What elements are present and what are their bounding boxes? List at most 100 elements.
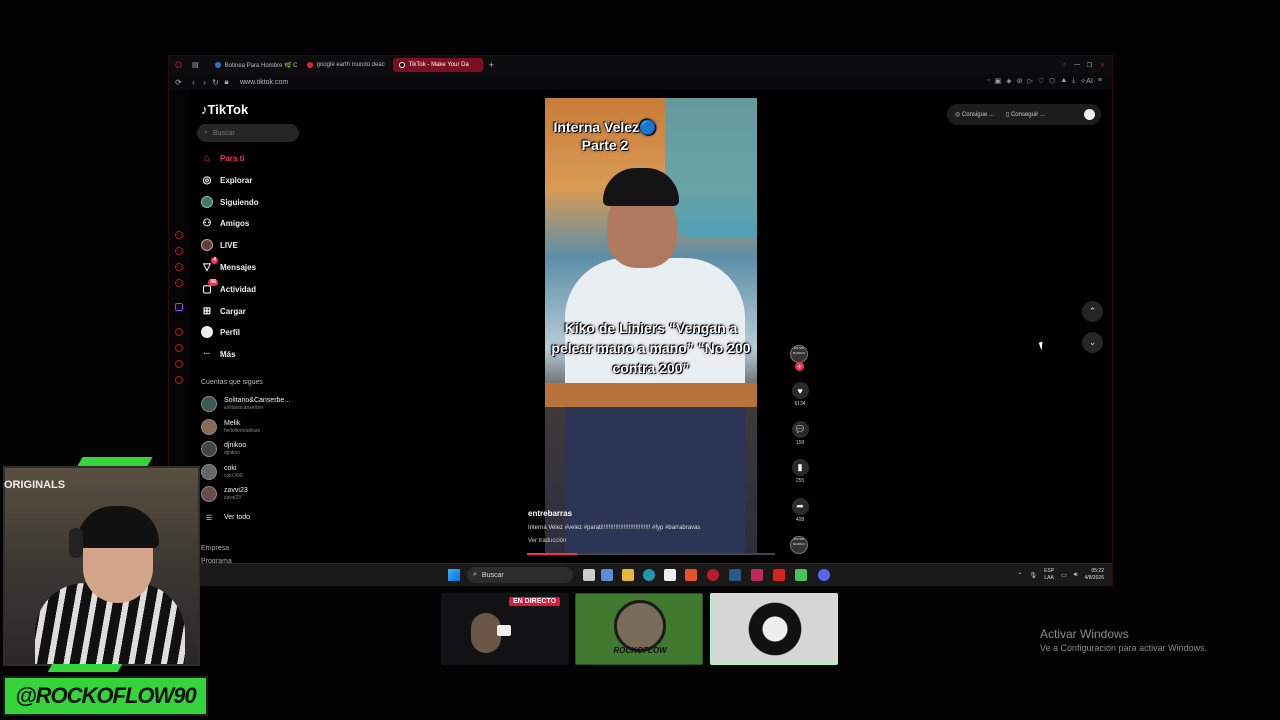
whatsapp-icon[interactable] bbox=[175, 263, 183, 271]
steam-icon[interactable] bbox=[729, 569, 741, 581]
app-icon[interactable] bbox=[773, 569, 785, 581]
share-button[interactable]: ➦ 408 bbox=[789, 498, 811, 523]
account-item[interactable]: Melik hellokennadioan bbox=[201, 417, 260, 437]
messenger-icon[interactable] bbox=[175, 247, 183, 255]
footer-company-link[interactable]: Empresa bbox=[201, 545, 229, 552]
account-handle: hellokennadioan bbox=[224, 428, 261, 434]
back-button[interactable]: ‹ bbox=[188, 78, 199, 87]
tray-expand-icon[interactable]: ⌃ bbox=[1017, 572, 1022, 579]
close-button[interactable]: ✕ bbox=[1100, 62, 1105, 69]
see-all-link[interactable]: ☰ Ver todo bbox=[201, 508, 250, 528]
wallet-icon[interactable]: ▲ bbox=[1060, 77, 1067, 85]
obs-green-icon[interactable] bbox=[795, 569, 807, 581]
coin-icon: ◎ bbox=[955, 112, 961, 118]
creator-avatar[interactable]: ENTRE BARRAS bbox=[790, 345, 808, 363]
pinboard-icon[interactable] bbox=[175, 344, 183, 352]
reload-button[interactable]: ↻ bbox=[210, 78, 221, 87]
save-button[interactable]: ▮ 255 bbox=[789, 459, 811, 484]
maximize-button[interactable]: ❐ bbox=[1087, 62, 1092, 69]
see-all-label: Ver todo bbox=[224, 514, 251, 521]
vpn-icon[interactable]: ◈ bbox=[1006, 77, 1011, 85]
snapshot-icon[interactable]: ▣ bbox=[995, 77, 1002, 85]
comment-button[interactable]: 💬︎ 159 bbox=[789, 421, 811, 446]
chat-icon[interactable] bbox=[175, 360, 183, 368]
tab-tiktok[interactable]: TikTok - Make Your Da bbox=[392, 58, 483, 72]
nav-para-ti[interactable]: ⌂ Para ti bbox=[201, 150, 245, 166]
tiktok-logo[interactable]: ♪TikTok bbox=[201, 102, 248, 117]
nav-amigos[interactable]: ⚇ Amigos bbox=[201, 215, 250, 231]
new-tab-button[interactable]: + bbox=[489, 60, 494, 70]
minimize-button[interactable]: — bbox=[1074, 62, 1080, 68]
reload-speed-icon[interactable]: ⟳ bbox=[173, 78, 184, 87]
instagram-icon[interactable] bbox=[175, 279, 183, 287]
nav-cargar[interactable]: ⊞ Cargar bbox=[201, 303, 246, 319]
account-item[interactable]: djnikoo djnikoo bbox=[201, 439, 246, 459]
messages-icon: ▽ 4 bbox=[203, 257, 218, 273]
history-icon[interactable] bbox=[175, 328, 183, 336]
language-indicator[interactable]: ESP LAA bbox=[1044, 568, 1054, 582]
aria-ai-button[interactable]: ✧AI bbox=[1080, 77, 1093, 85]
twitch-icon[interactable] bbox=[175, 303, 183, 311]
nav-mensajes[interactable]: ▽ 4 Mensajes bbox=[201, 257, 256, 275]
follow-plus-icon[interactable]: + bbox=[795, 362, 804, 371]
nav-actividad[interactable]: ▢ 56 Actividad bbox=[201, 279, 256, 297]
task-view-icon[interactable] bbox=[583, 569, 595, 581]
tab-botinea[interactable]: Botinea Para Hombre 🌿 C bbox=[209, 58, 299, 72]
speed-dial-icon[interactable] bbox=[175, 231, 183, 239]
previous-video-button[interactable]: ⌃ bbox=[1082, 301, 1103, 322]
edge-icon[interactable] bbox=[643, 569, 655, 581]
forward-button[interactable]: › bbox=[199, 78, 210, 87]
video-author[interactable]: entrebarras bbox=[528, 509, 572, 518]
heart-icon[interactable]: ♡ bbox=[1038, 77, 1044, 85]
brave-icon[interactable] bbox=[685, 569, 697, 581]
account-item[interactable]: Solitario&Canserbe... solitariocanserber bbox=[201, 394, 290, 414]
opera-taskbar-icon[interactable] bbox=[707, 569, 719, 581]
microphone-icon[interactable]: 🎙︎ bbox=[1029, 572, 1037, 579]
windows-start-icon[interactable] bbox=[448, 569, 460, 581]
opera-menu-icon[interactable]: O bbox=[175, 60, 182, 70]
file-explorer-icon[interactable] bbox=[622, 569, 634, 581]
theme-toggle[interactable] bbox=[1084, 109, 1095, 120]
bookmark-icon[interactable]: ▫ bbox=[987, 77, 989, 85]
music-disc[interactable]: ENTRE BARRAS bbox=[790, 536, 808, 554]
next-video-button[interactable]: ⌄ bbox=[1082, 332, 1103, 353]
nav-perfil[interactable]: Perfil bbox=[201, 324, 240, 340]
tab-overview-icon[interactable]: ▤ bbox=[192, 61, 199, 69]
app-icon[interactable] bbox=[751, 569, 763, 581]
store-icon[interactable] bbox=[664, 569, 676, 581]
nav-label: Para ti bbox=[220, 153, 245, 163]
nav-siguiendo[interactable]: Siguiendo bbox=[201, 194, 259, 210]
live-icon bbox=[201, 239, 213, 251]
logo-thumbnail[interactable] bbox=[710, 593, 838, 665]
nav-explorar[interactable]: ◎ Explorar bbox=[201, 172, 253, 188]
get-app-button[interactable]: ▯ Conseguir ... bbox=[1006, 111, 1045, 118]
chevron-up-icon: ⌃ bbox=[1088, 306, 1097, 316]
account-item[interactable]: coki coki.999 bbox=[201, 462, 243, 482]
get-coins-button[interactable]: ◎ Consigue ... bbox=[955, 111, 994, 118]
video-player[interactable]: Interna Velez🔵 Parte 2 Kiko de Liniers “… bbox=[545, 98, 757, 553]
easy-setup-icon[interactable]: ≡ bbox=[1098, 77, 1102, 85]
like-button[interactable]: ♥ 6134 bbox=[789, 382, 811, 407]
search-tabs-icon[interactable]: ⌕ bbox=[1063, 62, 1066, 69]
extensions-icon[interactable]: ⬡ bbox=[1049, 77, 1055, 85]
volume-icon[interactable]: 🔊︎ bbox=[1074, 572, 1078, 579]
see-translation-link[interactable]: Ver traducción bbox=[528, 538, 566, 544]
network-icon[interactable]: ▭ bbox=[1061, 572, 1067, 579]
tab-google-earth[interactable]: google earth mundo deac bbox=[301, 58, 391, 72]
taskbar-search[interactable]: ⌕ Buscar bbox=[467, 567, 573, 583]
search-input[interactable]: ⌕ Buscar bbox=[197, 124, 299, 142]
copilot-icon[interactable] bbox=[601, 569, 613, 581]
nav-live[interactable]: LIVE bbox=[201, 237, 238, 253]
nav-mas[interactable]: ··· Más bbox=[201, 346, 236, 362]
account-item[interactable]: zavvi23 zavvi23 bbox=[201, 484, 248, 504]
channel-avatar-thumbnail[interactable]: ROCKOFLOW bbox=[575, 593, 703, 665]
url-field[interactable]: www.tiktok.com bbox=[240, 79, 288, 86]
player-icon[interactable]: ▷ bbox=[1028, 77, 1033, 85]
stream-preview-thumbnail[interactable]: EN DIRECTO bbox=[441, 593, 569, 665]
video-progress-bar[interactable] bbox=[527, 553, 775, 555]
discord-icon[interactable] bbox=[818, 569, 830, 581]
download-icon[interactable]: ⤓ bbox=[1072, 77, 1075, 85]
settings-icon[interactable] bbox=[175, 376, 183, 384]
adblock-icon[interactable]: ⊘ bbox=[1017, 77, 1023, 85]
clock[interactable]: 05:22 4/8/2026 bbox=[1085, 568, 1104, 582]
